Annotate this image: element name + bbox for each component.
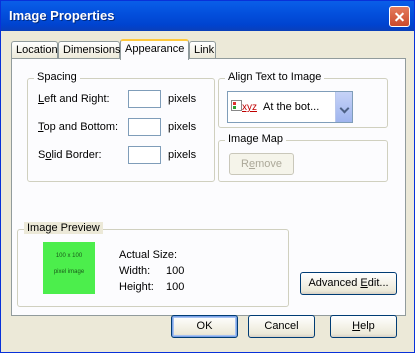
align-text-group: Align Text to Image xyz At the bot...: [218, 71, 388, 128]
remove-button[interactable]: Remove: [229, 153, 294, 175]
actual-size-label: Actual Size:: [119, 249, 178, 261]
cancel-button[interactable]: Cancel: [248, 315, 315, 338]
image-map-group-title: Image Map: [225, 133, 287, 145]
close-button[interactable]: [389, 6, 410, 27]
tab-location-label: Location: [16, 44, 58, 56]
ok-button[interactable]: OK: [171, 315, 238, 338]
image-map-group: Image Map Remove: [218, 133, 388, 182]
height-value: 100: [166, 281, 185, 293]
left-right-input[interactable]: [128, 90, 161, 108]
height-label: Height:: [119, 281, 154, 293]
top-bottom-label: Top and Bottom:: [38, 121, 119, 133]
tab-location[interactable]: Location: [11, 41, 58, 58]
spacing-group: Spacing Left and Right: pixels Top and B…: [27, 71, 215, 182]
spacing-group-title: Spacing: [34, 71, 80, 83]
image-properties-dialog: Image Properties Location Dimensions App…: [0, 0, 415, 353]
solid-border-unit: pixels: [168, 149, 197, 161]
solid-border-label: Solid Border:: [38, 149, 102, 161]
solid-border-input[interactable]: [128, 146, 161, 164]
align-selected-value: At the bot...: [263, 101, 320, 113]
image-preview-group: Image Preview 100 x 100 pixel image Actu…: [17, 222, 289, 307]
align-icon-text: xyz: [242, 102, 257, 113]
advanced-edit-button[interactable]: Advanced Edit...: [300, 272, 397, 295]
tab-dimensions-label: Dimensions: [63, 44, 121, 56]
tab-dimensions[interactable]: Dimensions: [58, 41, 120, 58]
align-text-group-title: Align Text to Image: [225, 71, 325, 83]
top-bottom-input[interactable]: [128, 118, 161, 136]
tab-link-label: Link: [194, 44, 215, 56]
thumbnail-caption-1: 100 x 100: [55, 253, 83, 259]
tab-link[interactable]: Link: [189, 41, 216, 58]
image-preview-group-title: Image Preview: [24, 222, 103, 234]
thumbnail-caption-2: pixel image: [53, 269, 85, 275]
left-right-unit: pixels: [168, 93, 197, 105]
dialog-title: Image Properties: [9, 8, 115, 23]
width-label: Width:: [119, 265, 151, 277]
align-dropdown[interactable]: xyz At the bot...: [227, 91, 353, 123]
top-bottom-unit: pixels: [168, 121, 197, 133]
tab-appearance[interactable]: Appearance: [120, 39, 189, 60]
image-thumbnail: 100 x 100 pixel image: [43, 242, 95, 294]
width-value: 100: [166, 265, 185, 277]
left-right-label: Left and Right:: [38, 93, 110, 105]
help-button[interactable]: Help: [330, 315, 397, 338]
align-dropdown-arrow[interactable]: [335, 92, 352, 122]
tab-appearance-label: Appearance: [125, 43, 185, 55]
title-bar[interactable]: Image Properties: [1, 1, 414, 31]
align-image-icon: [231, 100, 242, 111]
